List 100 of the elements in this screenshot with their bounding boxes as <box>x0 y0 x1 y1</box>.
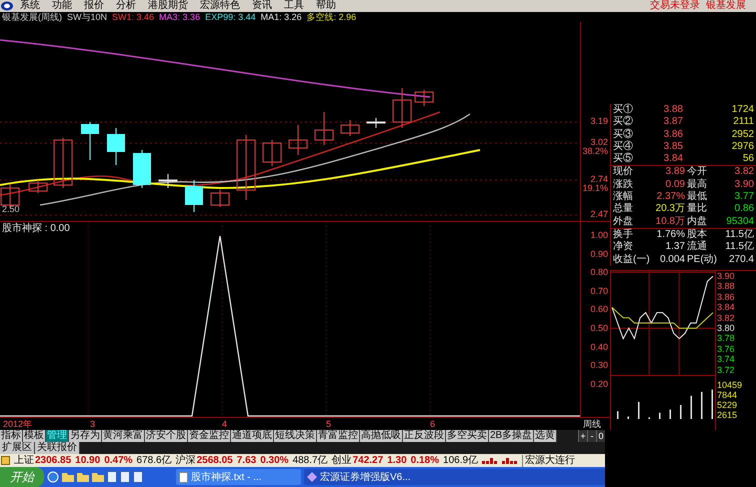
stat-label: 最低 <box>686 191 708 202</box>
bid-price: 3.85 <box>662 140 683 154</box>
indicator-value: SW1: 3.46 <box>112 12 154 22</box>
taskbar-button[interactable]: 宏源证券增强版V6... <box>304 469 605 485</box>
volume-axis-label: 10459 <box>717 380 742 390</box>
bid-price: 3.84 <box>662 153 683 166</box>
zoom-button[interactable]: + <box>578 430 587 442</box>
bid-label: 买② <box>613 116 634 128</box>
candlestick <box>262 140 282 166</box>
axis-label: 0.80 <box>590 268 608 278</box>
indicator-value: MA3: 3.36 <box>159 12 200 22</box>
price-axis-label: 3.84 <box>717 302 735 312</box>
extension-tab[interactable]: 扩展区 <box>0 442 35 454</box>
toolbar-tab[interactable]: 正反波段 <box>403 430 446 442</box>
menu-item[interactable]: 港股期货 <box>148 0 188 12</box>
candlestick <box>54 138 72 188</box>
menu-item[interactable]: 分析 <box>116 0 136 12</box>
candlestick <box>236 134 256 200</box>
index-change: 10.90 <box>75 454 100 466</box>
toolbar-tab[interactable]: 青富监控 <box>317 430 360 442</box>
price-axis-label: 3.72 <box>717 364 735 375</box>
taskbar-button[interactable]: 股市神探.txt - ... <box>176 469 301 485</box>
stat-value: 10.8万 <box>654 216 685 228</box>
index-change: 7.63 <box>236 454 256 466</box>
stat-value: 3.82 <box>734 166 754 179</box>
stat-label: 现价 <box>613 166 634 178</box>
indicator-value: MA1: 3.26 <box>260 12 302 22</box>
menu-item[interactable]: 报价 <box>84 0 104 12</box>
axis-label: 1.00 <box>590 231 608 240</box>
toolbar-tab[interactable]: 管理 <box>46 430 69 442</box>
toolbar-tab[interactable]: 黄河乘富 <box>102 430 145 442</box>
bid-price: 3.87 <box>662 116 683 129</box>
bid-label: 买⑤ <box>613 153 634 166</box>
toolbar-tab[interactable]: 通道项底 <box>231 430 274 442</box>
menu-item[interactable]: 帮助 <box>316 0 336 12</box>
toolbar-tab[interactable]: 指标 <box>0 430 23 442</box>
stat-value: 1.76% <box>656 228 685 242</box>
toolbar-tab[interactable]: 另存为 <box>69 430 102 442</box>
price-axis-label: 3.76 <box>717 344 735 354</box>
extension-tab[interactable]: 关联报价 <box>35 442 80 454</box>
stat-label: 内盘 <box>686 216 708 228</box>
index-value: 2568.05 <box>196 454 233 466</box>
stat-value: 20.3万 <box>654 203 685 216</box>
stat-label: 流通 <box>686 241 708 254</box>
stat-label: 外盘 <box>613 216 634 228</box>
axis-label: 0.50 <box>590 324 608 333</box>
candlestick <box>340 120 360 136</box>
toolbar-tab[interactable]: 模板 <box>23 430 46 442</box>
stat-label: 收益(一) <box>613 254 651 266</box>
price-label: 2.74 <box>590 175 608 184</box>
document-icon <box>179 472 188 482</box>
index-amount: 106.9亿 <box>443 454 478 466</box>
index-amount: 678.6亿 <box>136 454 172 466</box>
candlestick <box>314 112 334 146</box>
indicator-value: EXP99: 3.44 <box>205 12 256 22</box>
stat-value: 3.89 <box>664 166 685 179</box>
toolbar-tab[interactable]: 高抛低吸 <box>360 430 403 442</box>
index-change: 1.30 <box>387 454 407 466</box>
fibonacci-label: 38.2% <box>582 147 608 156</box>
x-axis-label: 5 <box>326 419 332 429</box>
toolbar-tab[interactable]: 2B多操盘 <box>489 430 534 442</box>
price-axis-label: 3.88 <box>717 281 735 292</box>
zoom-button[interactable]: - <box>587 430 596 442</box>
folder-icon <box>92 472 104 482</box>
price-axis-label: 3.86 <box>717 292 735 302</box>
document-icon <box>133 471 143 483</box>
price-label: 3.19 <box>590 117 608 126</box>
volume-axis-label: 2615 <box>717 410 738 420</box>
toolbar-tab[interactable]: 选黄 <box>534 430 558 442</box>
toolbar-tab[interactable]: 济安个股 <box>145 430 188 442</box>
menu-item[interactable]: 功能 <box>52 0 72 12</box>
stat-value: 0.86 <box>734 203 754 216</box>
index-percent: 0.47% <box>104 454 133 466</box>
stat-label: 今开 <box>686 166 708 178</box>
candlestick <box>185 180 203 212</box>
price-axis-label: 3.90 <box>717 271 735 282</box>
volume-axis-label: 5229 <box>717 400 738 410</box>
stat-label: 净资 <box>613 241 634 254</box>
toolbar-tab[interactable]: 多空买卖 <box>446 430 489 442</box>
bid-volume: 56 <box>742 153 754 166</box>
axis-label: 0.30 <box>590 361 608 370</box>
stat-label: PE(动) <box>686 254 715 266</box>
candlestick <box>133 150 151 188</box>
price-axis-label: 3.78 <box>717 333 735 344</box>
candlestick <box>107 128 125 166</box>
x-axis-label: 2012年 <box>3 419 32 429</box>
menu-item[interactable]: 工具 <box>284 0 304 12</box>
stat-value: 3.90 <box>734 178 754 192</box>
zoom-button[interactable]: 0 <box>596 430 605 442</box>
index-name: 沪深 <box>176 454 196 466</box>
start-button[interactable]: 开始 <box>0 467 44 487</box>
stat-label: 涨幅 <box>613 191 634 202</box>
toolbar-tab[interactable]: 短线决策 <box>274 430 317 442</box>
stat-label: 总量 <box>613 203 634 216</box>
diamond-icon <box>307 472 317 482</box>
menu-item[interactable]: 资讯 <box>252 0 272 12</box>
candlestick <box>158 174 178 188</box>
price-axis-label: 3.82 <box>717 312 735 323</box>
toolbar-tab[interactable]: 资金监控 <box>188 430 231 442</box>
index-amount: 488.7亿 <box>292 454 328 466</box>
